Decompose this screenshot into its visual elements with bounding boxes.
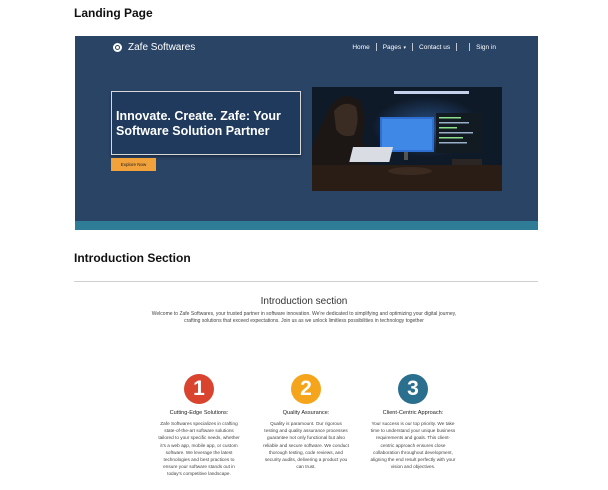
section-divider: [74, 281, 538, 282]
number-badge-icon: 3: [398, 374, 428, 404]
nav-signin[interactable]: Sign in: [470, 44, 502, 51]
brand-name: Zafe Softwares: [128, 42, 196, 53]
nav-pages[interactable]: Pages ▾: [377, 44, 412, 51]
number-badge-icon: 1: [184, 374, 214, 404]
nav-home[interactable]: Home: [346, 44, 375, 51]
brand[interactable]: Zafe Softwares: [113, 42, 195, 53]
feature-title: Cutting-Edge Solutions:: [169, 410, 229, 416]
feature-card: 1 Cutting-Edge Solutions: Zafe Softwares…: [149, 374, 249, 478]
explore-now-button[interactable]: Explore Now: [111, 158, 156, 171]
nav-pages-label: Pages: [382, 43, 402, 51]
brand-logo-icon: [113, 43, 122, 52]
page-title: Landing Page: [74, 6, 153, 20]
feature-description: Quality is paramount. Our rigorous testi…: [263, 421, 349, 470]
feature-card: 3 Client-Centric Approach: Your success …: [363, 374, 463, 470]
intro-subheading: Introduction section: [260, 296, 348, 307]
workspace-photo-icon: [312, 87, 502, 191]
number-badge-icon: 2: [291, 374, 321, 404]
feature-description: Zafe Softwares specializes in crafting s…: [158, 421, 240, 477]
hero-bottom-strip: [75, 221, 538, 230]
main-nav: Home Pages ▾ Contact us Sign in: [346, 43, 502, 51]
search-icon[interactable]: [457, 43, 469, 51]
hero-headline-box: Innovate. Create. Zafe: Your Software So…: [111, 91, 301, 155]
feature-title: Quality Assurance:: [282, 410, 330, 416]
intro-section-heading: Introduction Section: [74, 251, 191, 265]
feature-description: Your success is our top priority. We tak…: [370, 421, 456, 470]
hero-headline: Innovate. Create. Zafe: Your Software So…: [116, 109, 281, 138]
hero-image: [312, 87, 502, 191]
chevron-down-icon: ▾: [402, 44, 407, 51]
feature-card: 2 Quality Assurance: Quality is paramoun…: [256, 374, 356, 470]
intro-paragraph: Welcome to Zafe Softwares, your trusted …: [151, 311, 457, 325]
hero-section: Zafe Softwares Home Pages ▾ Contact us S…: [75, 36, 538, 230]
feature-title: Client-Centric Approach:: [382, 410, 444, 416]
nav-contact[interactable]: Contact us: [413, 44, 456, 51]
